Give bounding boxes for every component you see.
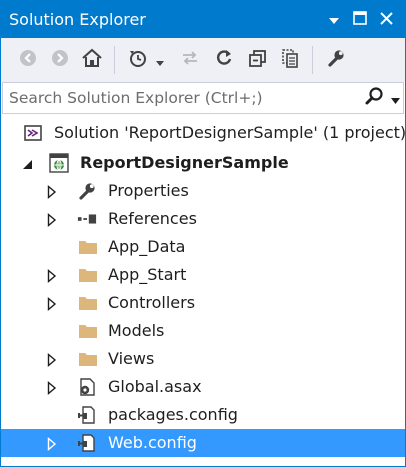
collapsed-arrow-icon[interactable] [47,212,59,228]
tree-item-label: packages.config [108,405,238,424]
maximize-button[interactable] [347,1,373,38]
tree-row-solution[interactable]: Solution 'ReportDesignerSample' (1 proje… [1,119,405,147]
tree-row-references[interactable]: References [1,205,405,233]
folder-icon [78,265,98,285]
tree-row-global-asax[interactable]: Global.asax [1,373,405,401]
tree-row-controllers[interactable]: Controllers [1,289,405,317]
search-box [2,82,404,114]
solution-icon [24,123,44,143]
search-options-dropdown[interactable] [389,86,401,110]
sync-icon [180,48,200,72]
tree-row-web-config[interactable]: Web.config [1,429,405,457]
project-label: ReportDesignerSample [80,153,289,172]
dropdown-triangle-icon [328,10,340,29]
expanded-arrow-icon[interactable] [22,156,34,170]
toolbar [1,38,405,82]
close-icon [379,10,393,29]
collapsed-arrow-icon[interactable] [47,436,59,452]
references-icon [77,209,97,229]
tree-row-packages-config[interactable]: packages.config [1,401,405,429]
collapsed-arrow-icon[interactable] [47,184,59,200]
back-icon [18,48,38,72]
maximize-icon [353,10,367,29]
sync-with-active-document-button[interactable] [177,38,203,82]
refresh-icon [214,48,234,72]
folder-icon [78,293,98,313]
properties-wrench-icon [326,48,346,72]
tree-row-app-start[interactable]: App_Start [1,261,405,289]
tree-item-label: App_Start [108,265,187,284]
collapsed-arrow-icon[interactable] [47,268,59,284]
tree-row-app-data[interactable]: App_Data [1,233,405,261]
tree-item-label: App_Data [108,237,186,256]
global-asax-icon [77,377,97,397]
pending-changes-filter-button[interactable] [125,38,151,82]
folder-icon [78,321,98,341]
search-icon [364,86,384,110]
refresh-button[interactable] [211,38,237,82]
tree-row-models[interactable]: Models [1,317,405,345]
home-icon [81,47,103,73]
pending-changes-dropdown[interactable] [153,38,167,82]
wrench-icon [77,181,97,201]
properties-button[interactable] [323,38,349,82]
forward-button[interactable] [47,38,73,82]
config-file-icon [77,433,97,453]
window-menu-dropdown-button[interactable] [321,1,347,38]
chevron-down-icon [156,51,164,70]
toolbar-separator [312,46,313,74]
solution-explorer-window: Solution Explorer Search Solution Explor… [0,0,406,467]
back-button[interactable] [15,38,41,82]
search-button[interactable] [363,86,385,110]
tree-item-label: Properties [108,181,189,200]
collapse-all-icon [248,48,268,72]
collapsed-arrow-icon[interactable] [47,380,59,396]
collapse-all-button[interactable] [245,38,271,82]
collapsed-arrow-icon[interactable] [47,296,59,312]
folder-icon [78,237,98,257]
home-button[interactable] [79,38,105,82]
pending-changes-icon [127,47,149,73]
forward-icon [50,48,70,72]
tree-item-label: Web.config [108,433,197,452]
tree-item-label: Views [108,349,155,368]
tree-row-properties[interactable]: Properties [1,177,405,205]
toolbar-separator [114,46,115,74]
tree-row-project[interactable]: ReportDesignerSample [1,149,405,177]
config-file-icon [77,405,97,425]
tree-item-label: Models [108,321,165,340]
close-button[interactable] [373,1,399,38]
tree-row-views[interactable]: Views [1,345,405,373]
tree-item-label: Global.asax [108,377,202,396]
show-all-files-icon [280,48,300,72]
tree-item-label: Controllers [108,293,196,312]
title-bar[interactable]: Solution Explorer [1,1,405,38]
web-project-icon [49,153,69,173]
show-all-files-button[interactable] [277,38,303,82]
collapsed-arrow-icon[interactable] [47,352,59,368]
tree-item-label: References [108,209,197,228]
folder-icon [78,349,98,369]
solution-label: Solution 'ReportDesignerSample' (1 proje… [54,123,406,142]
search-input[interactable] [9,87,339,109]
window-title: Solution Explorer [9,10,146,29]
chevron-down-icon [390,89,400,108]
